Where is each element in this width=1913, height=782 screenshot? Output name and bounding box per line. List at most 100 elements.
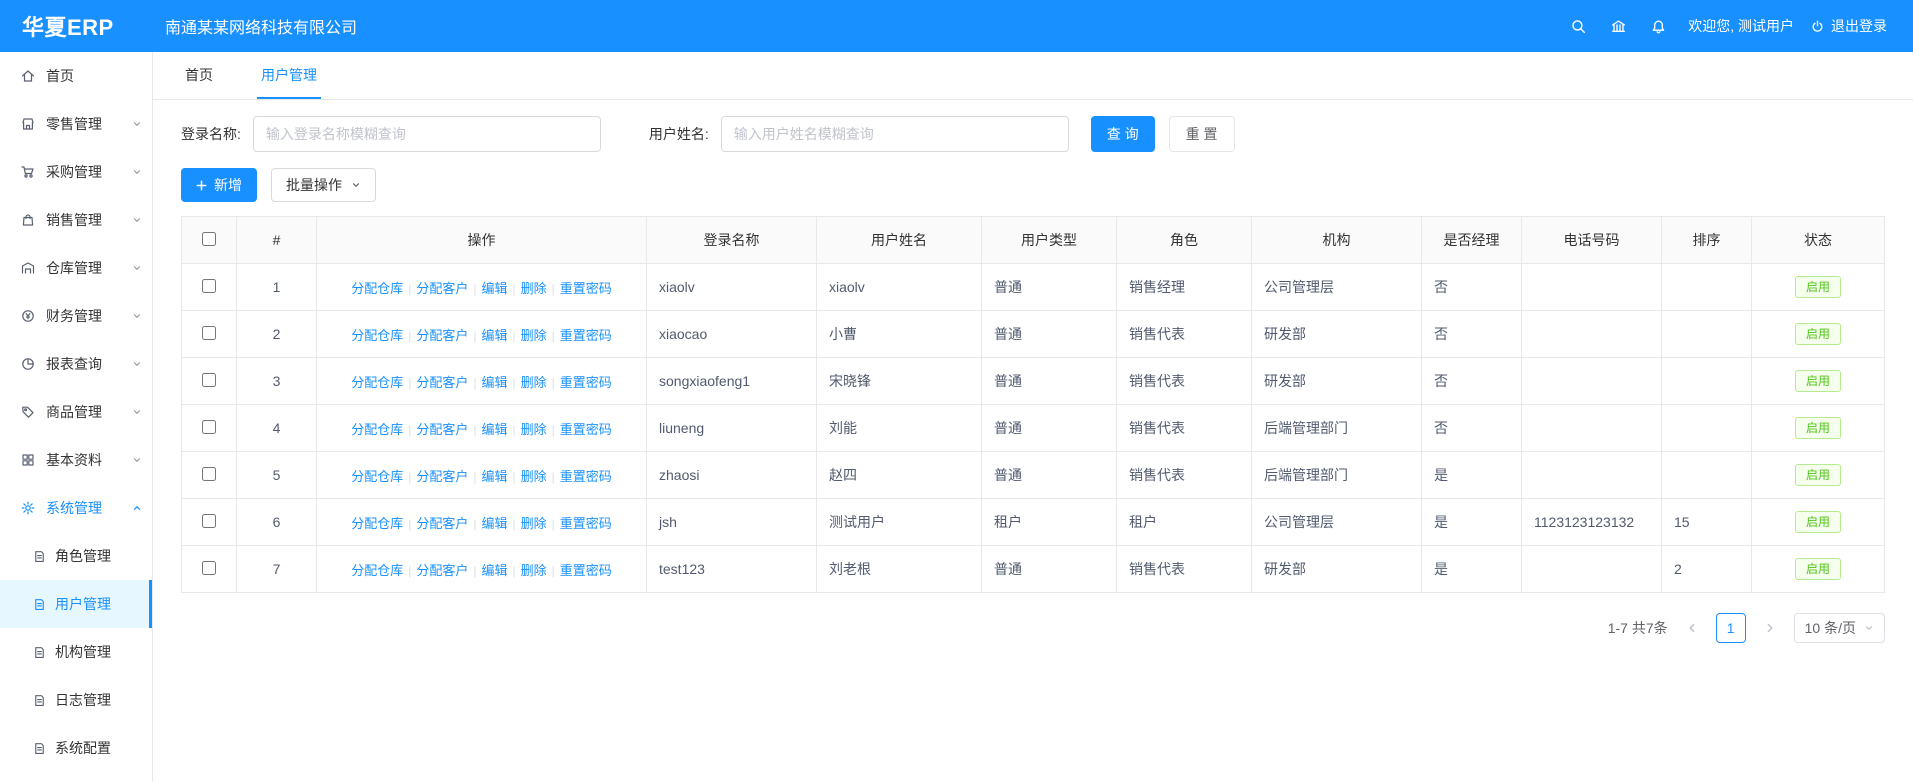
sidebar-item-purchase[interactable]: 采购管理 <box>0 148 152 196</box>
sidebar-item-warehouse[interactable]: 仓库管理 <box>0 244 152 292</box>
action-link-3[interactable]: 删除 <box>521 469 547 484</box>
action-link-3[interactable]: 删除 <box>521 516 547 531</box>
phone-cell <box>1522 311 1662 358</box>
next-page-button[interactable] <box>1756 614 1784 642</box>
sidebar-item-reports[interactable]: 报表查询 <box>0 340 152 388</box>
user-name-input[interactable] <box>721 116 1069 152</box>
company-name: 南通某某网络科技有限公司 <box>165 14 357 38</box>
action-link-2[interactable]: 编辑 <box>481 375 507 390</box>
sidebar-item-user-management[interactable]: 用户管理 <box>0 580 152 628</box>
sidebar-item-basic-data[interactable]: 基本资料 <box>0 436 152 484</box>
role-cell: 销售经理 <box>1117 264 1252 311</box>
action-link-4[interactable]: 重置密码 <box>560 516 612 531</box>
action-link-2[interactable]: 编辑 <box>481 328 507 343</box>
logout-button[interactable]: 退出登录 <box>1810 16 1887 36</box>
row-checkbox[interactable] <box>202 279 216 293</box>
action-link-0[interactable]: 分配仓库 <box>351 563 403 578</box>
prev-page-button[interactable] <box>1678 614 1706 642</box>
row-checkbox[interactable] <box>202 420 216 434</box>
sidebar-item-goods[interactable]: 商品管理 <box>0 388 152 436</box>
action-link-1[interactable]: 分配客户 <box>416 375 468 390</box>
action-link-3[interactable]: 删除 <box>521 422 547 437</box>
action-link-3[interactable]: 删除 <box>521 563 547 578</box>
batch-actions-button[interactable]: 批量操作 <box>271 168 376 202</box>
action-link-4[interactable]: 重置密码 <box>560 375 612 390</box>
search-icon[interactable] <box>1558 18 1598 35</box>
manager-cell: 是 <box>1422 452 1522 499</box>
action-link-4[interactable]: 重置密码 <box>560 328 612 343</box>
action-link-2[interactable]: 编辑 <box>481 281 507 296</box>
action-link-1[interactable]: 分配客户 <box>416 516 468 531</box>
row-checkbox[interactable] <box>202 326 216 340</box>
sidebar-item-log-management[interactable]: 日志管理 <box>0 676 152 724</box>
sidebar-item-home[interactable]: 首页 <box>0 52 152 100</box>
add-button[interactable]: 新增 <box>181 168 257 202</box>
plus-icon <box>196 180 207 191</box>
sidebar-item-system[interactable]: 系统管理 <box>0 484 152 532</box>
user-type-cell: 普通 <box>982 264 1117 311</box>
org-cell: 研发部 <box>1252 358 1422 405</box>
status-cell: 启用 <box>1752 311 1885 358</box>
row-checkbox[interactable] <box>202 467 216 481</box>
action-link-1[interactable]: 分配客户 <box>416 281 468 296</box>
action-link-3[interactable]: 删除 <box>521 375 547 390</box>
action-link-4[interactable]: 重置密码 <box>560 281 612 296</box>
reset-button[interactable]: 重 置 <box>1169 116 1235 152</box>
login-name-input[interactable] <box>253 116 601 152</box>
page-size-select[interactable]: 10 条/页 <box>1794 613 1885 643</box>
action-link-1[interactable]: 分配客户 <box>416 563 468 578</box>
tab-user-management[interactable]: 用户管理 <box>257 53 321 99</box>
action-link-4[interactable]: 重置密码 <box>560 422 612 437</box>
system-submenu: 角色管理 用户管理 机构管理 日志管理 <box>0 532 152 772</box>
sidebar-item-system-config[interactable]: 系统配置 <box>0 724 152 772</box>
chevron-up-icon <box>132 503 142 513</box>
action-link-2[interactable]: 编辑 <box>481 469 507 484</box>
action-separator: | <box>473 329 476 343</box>
sort-cell <box>1662 311 1752 358</box>
row-actions: 分配仓库|分配客户|编辑|删除|重置密码 <box>317 358 647 405</box>
column-header-type: 用户类型 <box>982 217 1117 264</box>
action-link-0[interactable]: 分配仓库 <box>351 328 403 343</box>
bell-icon[interactable] <box>1638 18 1678 35</box>
role-cell: 销售代表 <box>1117 452 1252 499</box>
action-separator: | <box>552 517 555 531</box>
search-button[interactable]: 查 询 <box>1091 116 1155 152</box>
status-cell: 启用 <box>1752 264 1885 311</box>
user-type-cell: 租户 <box>982 499 1117 546</box>
row-checkbox[interactable] <box>202 561 216 575</box>
document-icon <box>32 741 47 756</box>
tab-bar: 首页 用户管理 <box>153 52 1913 100</box>
home-icon <box>20 68 36 84</box>
action-link-3[interactable]: 删除 <box>521 328 547 343</box>
action-link-2[interactable]: 编辑 <box>481 563 507 578</box>
org-cell: 研发部 <box>1252 546 1422 593</box>
row-checkbox[interactable] <box>202 514 216 528</box>
sidebar-item-role-management[interactable]: 角色管理 <box>0 532 152 580</box>
page-number-button[interactable]: 1 <box>1716 613 1746 643</box>
tab-home[interactable]: 首页 <box>181 53 217 99</box>
action-link-4[interactable]: 重置密码 <box>560 563 612 578</box>
action-link-0[interactable]: 分配仓库 <box>351 469 403 484</box>
action-separator: | <box>513 329 516 343</box>
document-icon <box>32 645 47 660</box>
sidebar-item-finance[interactable]: 财务管理 <box>0 292 152 340</box>
action-link-0[interactable]: 分配仓库 <box>351 281 403 296</box>
action-link-4[interactable]: 重置密码 <box>560 469 612 484</box>
action-link-1[interactable]: 分配客户 <box>416 422 468 437</box>
action-link-0[interactable]: 分配仓库 <box>351 375 403 390</box>
select-all-checkbox[interactable] <box>202 232 216 246</box>
chevron-down-icon <box>132 359 142 369</box>
action-link-1[interactable]: 分配客户 <box>416 328 468 343</box>
action-link-0[interactable]: 分配仓库 <box>351 422 403 437</box>
action-link-0[interactable]: 分配仓库 <box>351 516 403 531</box>
action-link-2[interactable]: 编辑 <box>481 516 507 531</box>
action-link-2[interactable]: 编辑 <box>481 422 507 437</box>
sidebar-item-retail[interactable]: 零售管理 <box>0 100 152 148</box>
sidebar-item-sales[interactable]: 销售管理 <box>0 196 152 244</box>
action-link-3[interactable]: 删除 <box>521 281 547 296</box>
sidebar-item-org-management[interactable]: 机构管理 <box>0 628 152 676</box>
row-checkbox[interactable] <box>202 373 216 387</box>
building-icon[interactable] <box>1598 18 1638 35</box>
org-cell: 后端管理部门 <box>1252 405 1422 452</box>
action-link-1[interactable]: 分配客户 <box>416 469 468 484</box>
